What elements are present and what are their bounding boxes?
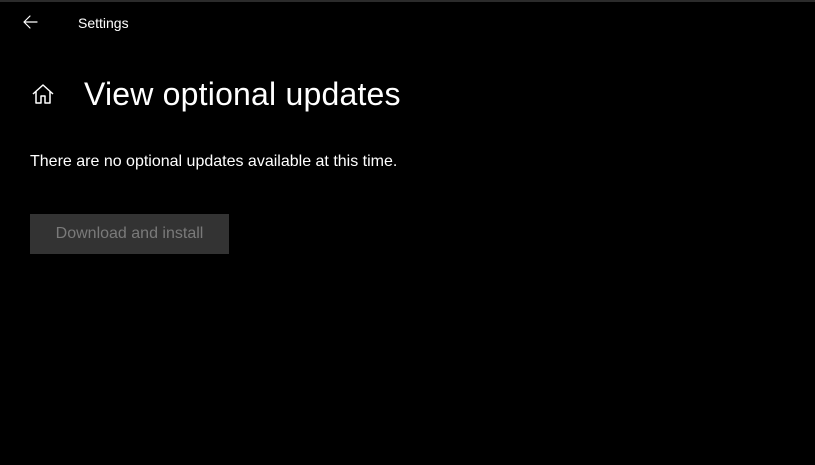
download-and-install-button[interactable]: Download and install [30,214,229,254]
back-arrow-icon [22,14,38,30]
page-title: View optional updates [84,76,401,112]
status-message: There are no optional updates available … [30,153,398,170]
settings-window: Settings View optional updates There are… [0,0,815,465]
page-header: View optional updates [30,74,401,114]
title-bar: Settings [0,2,815,44]
back-button[interactable] [12,4,48,40]
home-icon[interactable] [30,81,56,107]
app-title: Settings [78,15,129,31]
